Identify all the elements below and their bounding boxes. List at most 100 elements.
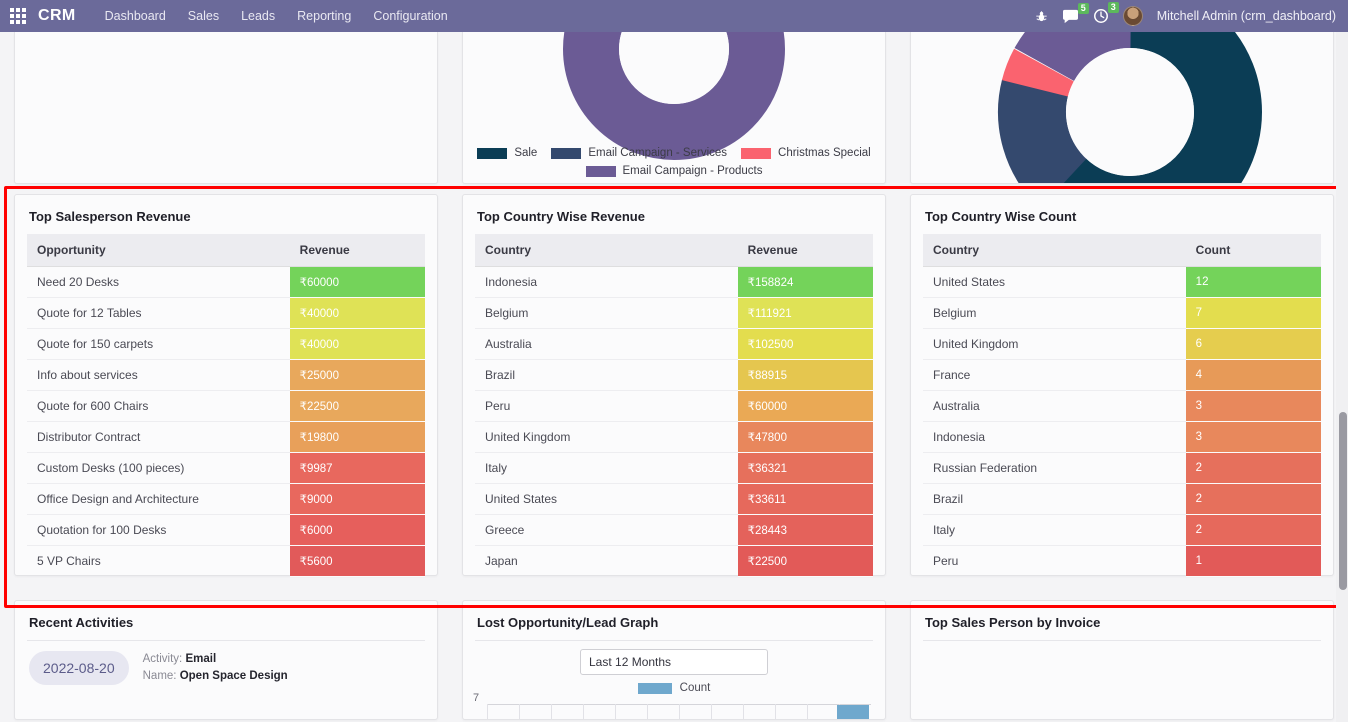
table-row[interactable]: 5 VP Chairs ₹5600 bbox=[27, 545, 425, 577]
table-row[interactable]: Quote for 150 carpets ₹40000 bbox=[27, 328, 425, 360]
cell-value: ₹22500 bbox=[737, 545, 873, 577]
menu-item-reporting[interactable]: Reporting bbox=[286, 0, 362, 32]
legend-item-christmas[interactable]: Christmas Special bbox=[741, 147, 871, 159]
menu-item-leads[interactable]: Leads bbox=[230, 0, 286, 32]
cell-value: ₹158824 bbox=[737, 266, 873, 298]
cell-value: ₹111921 bbox=[737, 297, 873, 329]
donut-chart-campaign bbox=[563, 32, 785, 160]
cell-key: Brazil bbox=[923, 483, 1186, 515]
chart-card-campaign-donut: Sale Email Campaign - Services Christmas… bbox=[462, 32, 886, 184]
table-row[interactable]: Australia ₹102500 bbox=[475, 328, 873, 360]
messages-count-badge: 5 bbox=[1077, 2, 1089, 14]
column-header-opportunity[interactable]: Opportunity bbox=[27, 234, 290, 267]
table-row[interactable]: Need 20 Desks ₹60000 bbox=[27, 266, 425, 298]
menu-item-dashboard[interactable]: Dashboard bbox=[94, 0, 177, 32]
table-row[interactable]: Quote for 12 Tables ₹40000 bbox=[27, 297, 425, 329]
table-row[interactable]: Peru 1 bbox=[923, 545, 1321, 577]
cell-key: Greece bbox=[475, 514, 738, 546]
cell-value: 2 bbox=[1185, 452, 1321, 484]
table-row[interactable]: United Kingdom 6 bbox=[923, 328, 1321, 360]
table-row[interactable]: United States 12 bbox=[923, 266, 1321, 298]
vertical-scrollbar-thumb[interactable] bbox=[1339, 412, 1347, 590]
legend-item-email-products[interactable]: Email Campaign - Products bbox=[585, 165, 762, 177]
table-row[interactable]: Greece ₹28443 bbox=[475, 514, 873, 546]
y-axis-tick-7: 7 bbox=[473, 692, 480, 704]
column-header-count[interactable]: Count bbox=[1185, 234, 1321, 267]
cell-key: Quotation for 100 Desks bbox=[27, 514, 290, 546]
table-row[interactable]: Quotation for 100 Desks ₹6000 bbox=[27, 514, 425, 546]
table-row[interactable]: Indonesia ₹158824 bbox=[475, 266, 873, 298]
cell-value: ₹19800 bbox=[289, 421, 425, 453]
legend-swatch-email-products bbox=[585, 165, 616, 177]
cell-key: Italy bbox=[475, 452, 738, 484]
activity-details: Activity: Email Name: Open Space Design bbox=[143, 651, 288, 685]
card-title: Top Sales Person by Invoice bbox=[925, 615, 1101, 630]
table-row[interactable]: Quote for 600 Chairs ₹22500 bbox=[27, 390, 425, 422]
activity-date: 2022-08-20 bbox=[29, 651, 129, 685]
cell-key: Need 20 Desks bbox=[27, 266, 290, 298]
table-row[interactable]: France 4 bbox=[923, 359, 1321, 391]
bar-item[interactable] bbox=[837, 705, 869, 719]
cell-key: Japan bbox=[475, 545, 738, 577]
table-row[interactable]: Italy ₹36321 bbox=[475, 452, 873, 484]
legend-swatch-sale bbox=[477, 147, 508, 159]
divider bbox=[923, 640, 1321, 641]
card-top-sales-person-by-invoice: Top Sales Person by Invoice bbox=[910, 600, 1334, 720]
card-top-country-wise-revenue: Top Country Wise Revenue Country Revenue… bbox=[462, 194, 886, 577]
table-row[interactable]: United Kingdom ₹47800 bbox=[475, 421, 873, 453]
cell-value: 3 bbox=[1185, 390, 1321, 422]
table-row[interactable]: Info about services ₹25000 bbox=[27, 359, 425, 391]
period-select[interactable]: Last 12 Months bbox=[580, 649, 768, 675]
menu-item-configuration[interactable]: Configuration bbox=[362, 0, 458, 32]
table-row[interactable]: United States ₹33611 bbox=[475, 483, 873, 515]
table-row[interactable]: Russian Federation 2 bbox=[923, 452, 1321, 484]
table-row[interactable]: Italy 2 bbox=[923, 514, 1321, 546]
table-top-country-wise-revenue: Country Revenue Indonesia ₹158824 Belgium ₹… bbox=[475, 234, 873, 577]
column-header-country[interactable]: Country bbox=[923, 234, 1186, 267]
table-row[interactable]: Belgium ₹111921 bbox=[475, 297, 873, 329]
cell-value: ₹5600 bbox=[289, 545, 425, 577]
table-row[interactable]: Indonesia 3 bbox=[923, 421, 1321, 453]
cell-value: 3 bbox=[1185, 421, 1321, 453]
clock-icon[interactable]: 3 bbox=[1093, 2, 1119, 24]
table-row[interactable]: Australia 3 bbox=[923, 390, 1321, 422]
table-row[interactable]: Office Design and Architecture ₹9000 bbox=[27, 483, 425, 515]
table-row[interactable]: Distributor Contract ₹19800 bbox=[27, 421, 425, 453]
cell-key: Peru bbox=[475, 390, 738, 422]
cell-key: United States bbox=[475, 483, 738, 515]
bug-icon[interactable] bbox=[1035, 10, 1048, 23]
legend-swatch-count bbox=[637, 682, 672, 694]
table-row[interactable]: Japan ₹22500 bbox=[475, 545, 873, 577]
table-row[interactable]: Belgium 7 bbox=[923, 297, 1321, 329]
avatar[interactable] bbox=[1122, 6, 1143, 26]
table-body: Indonesia ₹158824 Belgium ₹111921 Australia ₹… bbox=[475, 266, 873, 577]
tables-row: Top Salesperson Revenue Opportunity Reve… bbox=[14, 194, 1334, 577]
legend-item-sale[interactable]: Sale bbox=[477, 147, 537, 159]
table-row[interactable]: Brazil ₹88915 bbox=[475, 359, 873, 391]
cell-value: 6 bbox=[1185, 328, 1321, 360]
legend-item-email-services[interactable]: Email Campaign - Services bbox=[551, 147, 727, 159]
activity-value: Email bbox=[185, 653, 217, 665]
apps-grid-icon[interactable] bbox=[10, 8, 26, 24]
menu-item-sales[interactable]: Sales bbox=[177, 0, 230, 32]
cell-key: Office Design and Architecture bbox=[27, 483, 290, 515]
vertical-scrollbar-track[interactable] bbox=[1336, 32, 1348, 722]
cell-key: Indonesia bbox=[923, 421, 1186, 453]
card-title: Recent Activities bbox=[29, 615, 134, 630]
column-header-revenue[interactable]: Revenue bbox=[289, 234, 425, 267]
table-row[interactable]: Peru ₹60000 bbox=[475, 390, 873, 422]
name-label: Name: bbox=[142, 670, 177, 682]
cell-key: Australia bbox=[475, 328, 738, 360]
table-top-country-wise-count: Country Count United States 12 Belgium 7 Uni… bbox=[923, 234, 1321, 577]
column-header-country[interactable]: Country bbox=[475, 234, 738, 267]
grid-lines bbox=[487, 704, 871, 719]
name-value: Open Space Design bbox=[179, 670, 288, 682]
list-item[interactable]: 2022-08-20 Activity: Email Name: Open Sp… bbox=[15, 641, 437, 685]
app-brand-crm[interactable]: CRM bbox=[38, 7, 76, 25]
messages-icon[interactable]: 5 bbox=[1062, 2, 1089, 24]
column-header-revenue[interactable]: Revenue bbox=[737, 234, 873, 267]
user-menu-label[interactable]: Mitchell Admin (crm_dashboard) bbox=[1157, 9, 1336, 23]
charts-row: Sale Email Campaign - Services Christmas… bbox=[14, 32, 1334, 184]
table-row[interactable]: Custom Desks (100 pieces) ₹9987 bbox=[27, 452, 425, 484]
table-row[interactable]: Brazil 2 bbox=[923, 483, 1321, 515]
